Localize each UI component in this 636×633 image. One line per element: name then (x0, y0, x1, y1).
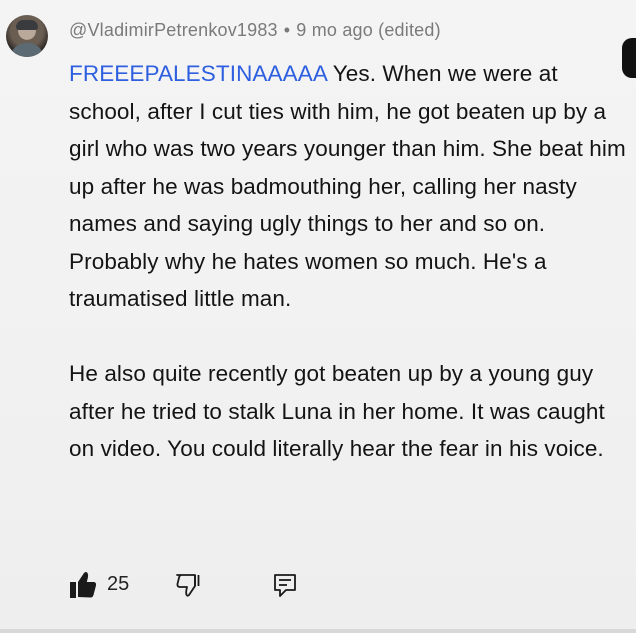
thumbs-up-icon (70, 572, 97, 598)
author-name[interactable]: @VladimirPetrenkov1983 (69, 20, 278, 40)
avatar-hat (16, 20, 38, 30)
like-count: 25 (107, 573, 130, 595)
bottom-divider (0, 629, 636, 633)
comment-body: FREEEPALESTINAAAAA Yes. When we were at … (69, 55, 629, 468)
separator-dot: • (283, 20, 291, 40)
reply-button[interactable] (272, 572, 298, 598)
comment-paragraph-2: He also quite recently got beaten up by … (69, 361, 605, 461)
reply-icon (274, 574, 296, 597)
comment-header: @VladimirPetrenkov1983 • 9 mo ago (edited) (69, 20, 441, 41)
comment-timestamp: 9 mo ago (edited) (296, 20, 441, 40)
comment-paragraph-1: FREEEPALESTINAAAAA Yes. When we were at … (69, 55, 629, 318)
avatar-shoulders (10, 43, 44, 57)
avatar[interactable] (6, 15, 48, 57)
mention-link[interactable]: FREEEPALESTINAAAAA (69, 61, 327, 86)
side-edge-button[interactable] (622, 38, 636, 78)
comment-card: @VladimirPetrenkov1983 • 9 mo ago (edited)… (0, 0, 636, 633)
dislike-button[interactable] (175, 572, 201, 598)
like-button[interactable] (69, 570, 97, 600)
comment-paragraph-1-text: Yes. When we were at school, after I cut… (69, 61, 626, 311)
thumbs-down-icon (176, 574, 200, 597)
